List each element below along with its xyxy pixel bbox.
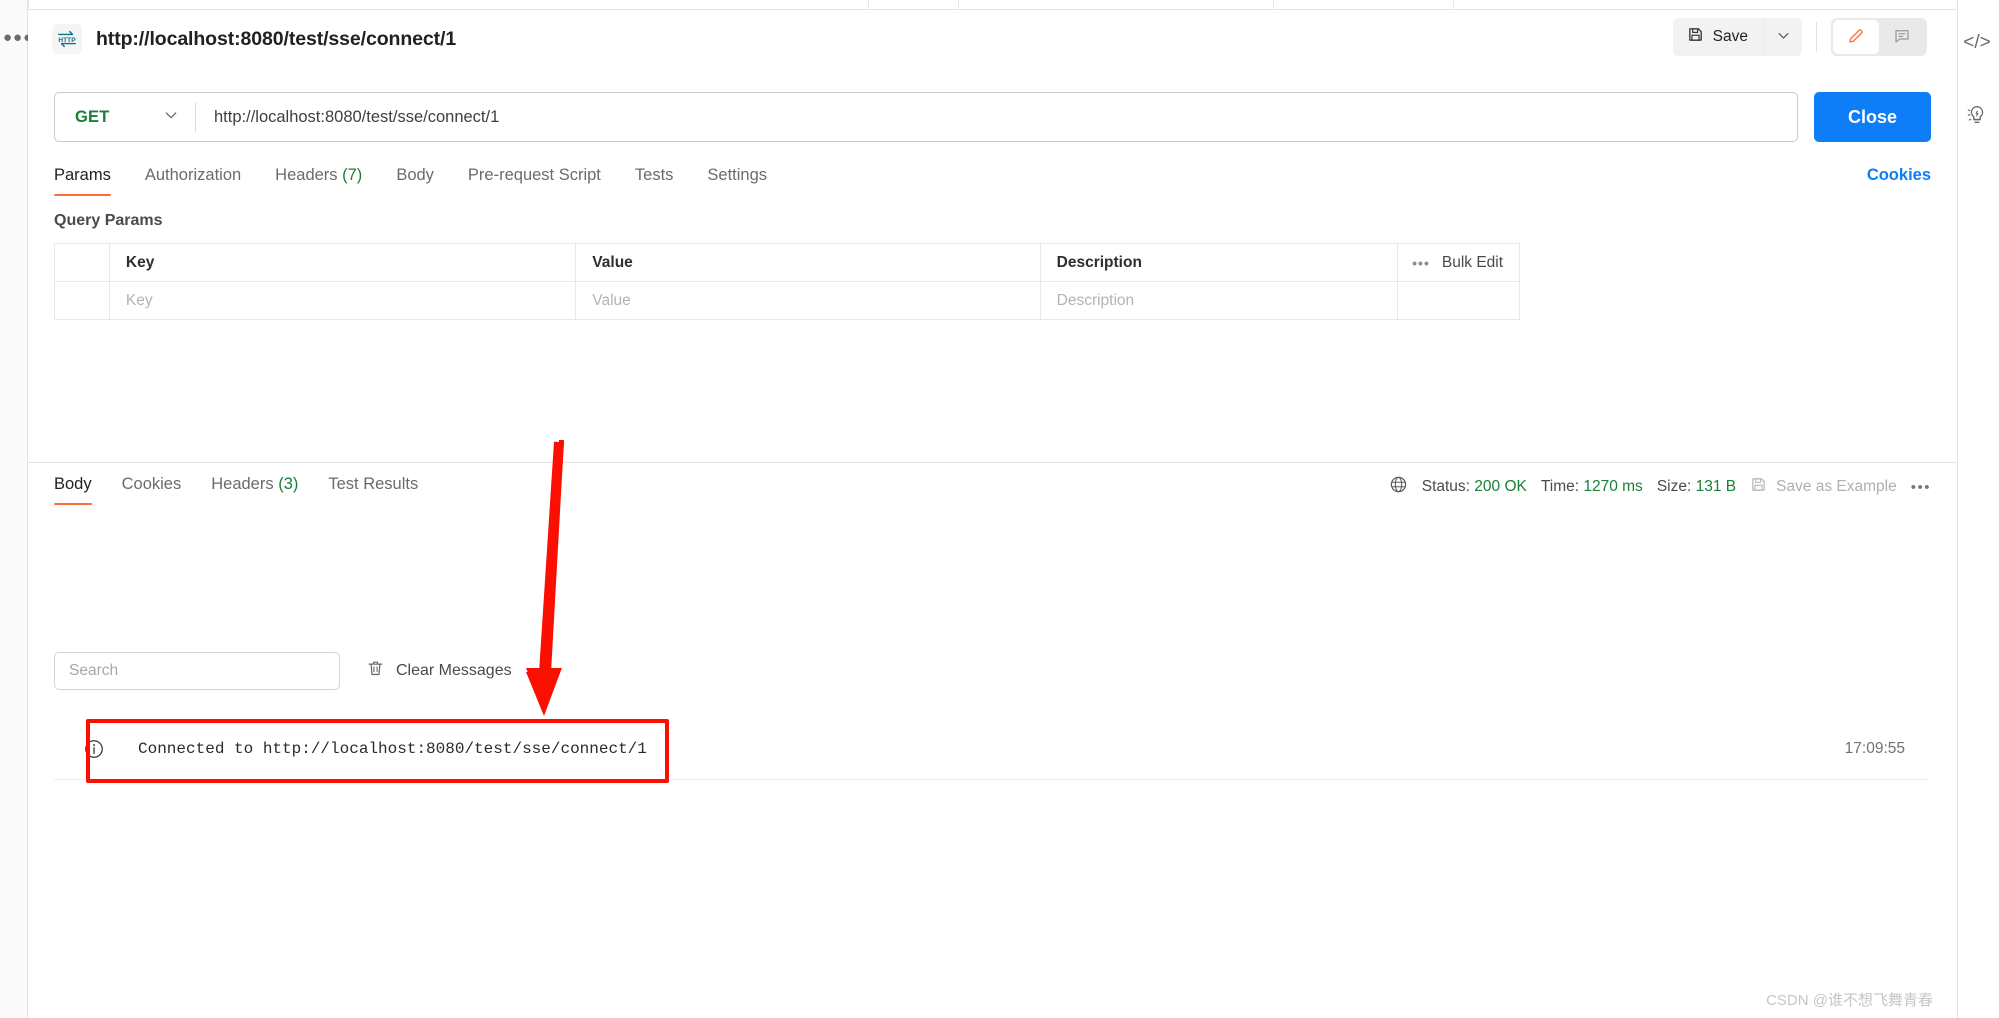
messages-toolbar: Clear Messages	[54, 652, 512, 690]
row-actions-cell	[1398, 282, 1519, 319]
floppy-disk-icon	[1750, 476, 1767, 498]
size-label: Size:	[1656, 478, 1692, 495]
message-list: Connected to http://localhost:8080/test/…	[54, 718, 1929, 780]
row-key-input[interactable]: Key	[110, 282, 577, 319]
row-checkbox-cell[interactable]	[55, 282, 110, 319]
size-value: 131 B	[1695, 478, 1737, 495]
save-options-button[interactable]	[1764, 18, 1802, 56]
globe-icon[interactable]	[1389, 475, 1408, 499]
chevron-down-icon	[163, 107, 179, 128]
tab-strip	[28, 0, 1957, 10]
save-as-example-button[interactable]: Save as Example	[1750, 476, 1897, 498]
watermark: CSDN @谁不想飞舞青春	[1766, 992, 1933, 1009]
status-label: Status:	[1421, 478, 1470, 495]
title-bar-actions: Save	[1672, 18, 1927, 56]
more-horizontal-icon[interactable]: •••	[1412, 256, 1430, 270]
tab-authorization[interactable]: Authorization	[145, 166, 241, 196]
time-value: 1270 ms	[1583, 478, 1643, 495]
tab-divider	[28, 0, 29, 10]
url-bar-row: GET Close	[28, 86, 1957, 148]
page-title: http://localhost:8080/test/sse/connect/1	[96, 27, 457, 50]
status-badge: 200 OK	[1474, 478, 1527, 495]
trash-icon	[366, 659, 385, 683]
pencil-icon	[1847, 27, 1865, 48]
response-tab-test-results[interactable]: Test Results	[328, 475, 418, 505]
lightbulb-icon[interactable]	[1962, 100, 1992, 130]
tab-divider	[868, 0, 869, 10]
request-title-bar: HTTP http://localhost:8080/test/sse/conn…	[28, 10, 1957, 68]
query-params-title: Query Params	[54, 212, 163, 229]
left-rail: ●●●	[0, 0, 32, 1018]
message-text: Connected to http://localhost:8080/test/…	[138, 739, 647, 758]
chevron-down-icon	[1776, 28, 1791, 46]
request-tabs: Params Authorization Headers (7) Body Pr…	[28, 166, 1957, 206]
table-row[interactable]: Key Value Description	[55, 282, 1519, 320]
list-item[interactable]: Connected to http://localhost:8080/test/…	[54, 718, 1929, 780]
method-label: GET	[75, 107, 110, 126]
row-description-input[interactable]: Description	[1041, 282, 1399, 319]
time-label: Time:	[1540, 478, 1580, 495]
response-tab-cookies[interactable]: Cookies	[122, 475, 182, 505]
tab-divider	[1453, 0, 1454, 10]
postman-window: ●●● HTTP http://localhost:8080/test/sse/…	[0, 0, 1999, 1018]
toolbar-divider	[1816, 22, 1817, 52]
search-input[interactable]	[54, 652, 340, 690]
select-all-cell	[55, 244, 110, 281]
comment-mode-button[interactable]	[1879, 20, 1925, 54]
tab-divider	[958, 0, 959, 10]
response-tab-body[interactable]: Body	[54, 475, 92, 505]
column-header-key: Key	[110, 244, 577, 281]
response-headers-count: (3)	[278, 475, 299, 493]
tab-body[interactable]: Body	[396, 166, 434, 196]
code-icon[interactable]: </>	[1962, 28, 1992, 58]
save-button-label: Save	[1712, 28, 1748, 45]
save-as-example-label: Save as Example	[1776, 478, 1897, 495]
close-button[interactable]: Close	[1814, 92, 1931, 142]
save-button-group: Save	[1672, 18, 1802, 56]
edit-mode-button[interactable]	[1833, 20, 1879, 54]
bulk-edit-button[interactable]: Bulk Edit	[1442, 254, 1503, 272]
response-status-bar: Status: 200 OK Time: 1270 ms Size: 131 B	[1389, 475, 1931, 505]
row-value-input[interactable]: Value	[576, 282, 1041, 319]
method-selector[interactable]: GET	[55, 93, 195, 141]
main-panel: HTTP http://localhost:8080/test/sse/conn…	[28, 0, 1957, 1018]
floppy-disk-icon	[1687, 26, 1704, 48]
message-timestamp: 17:09:55	[1844, 739, 1905, 757]
save-button[interactable]: Save	[1672, 18, 1764, 56]
http-protocol-icon: HTTP	[52, 24, 82, 54]
tab-pre-request-script[interactable]: Pre-request Script	[468, 166, 601, 196]
url-bar: GET	[54, 92, 1798, 142]
tab-params[interactable]: Params	[54, 166, 111, 196]
bulk-edit-cell: ••• Bulk Edit	[1398, 244, 1519, 281]
tab-headers[interactable]: Headers (7)	[275, 166, 362, 196]
svg-text:HTTP: HTTP	[58, 37, 76, 44]
response-tab-headers[interactable]: Headers (3)	[211, 475, 298, 505]
clear-messages-label: Clear Messages	[396, 662, 512, 679]
more-horizontal-icon[interactable]: •••	[1911, 480, 1931, 495]
headers-count: (7)	[342, 166, 363, 184]
column-header-value: Value	[576, 244, 1041, 281]
tab-tests[interactable]: Tests	[635, 166, 674, 196]
query-params-table: Key Value Description ••• Bulk Edit Key …	[54, 243, 1520, 320]
view-mode-group	[1831, 18, 1927, 56]
clear-messages-button[interactable]: Clear Messages	[366, 659, 512, 683]
comment-icon	[1893, 27, 1911, 48]
tab-divider	[1273, 0, 1274, 10]
column-header-description: Description	[1041, 244, 1399, 281]
right-rail: </>	[1957, 0, 1999, 1018]
info-circle-icon	[82, 737, 106, 761]
tab-settings[interactable]: Settings	[707, 166, 767, 196]
response-tabs-bar: Body Cookies Headers (3) Test Results St…	[28, 463, 1957, 511]
url-input[interactable]	[196, 107, 1797, 127]
cookies-link[interactable]: Cookies	[1867, 166, 1931, 196]
table-header-row: Key Value Description ••• Bulk Edit	[55, 244, 1519, 282]
